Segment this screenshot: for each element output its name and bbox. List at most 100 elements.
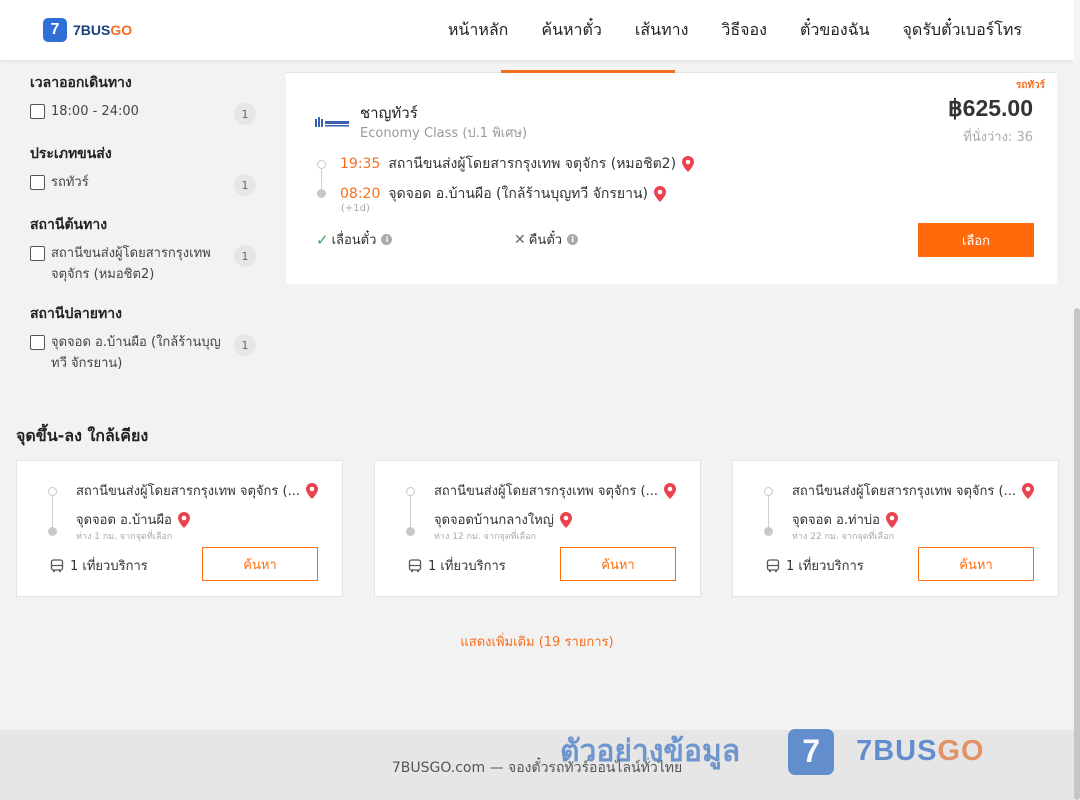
filter-checkbox[interactable]	[30, 335, 45, 350]
arrival-stop: 08:20 จุดจอด อ.บ้านผือ (ใกล้ร้านบุญทวี จ…	[340, 183, 667, 205]
reschedule-label: เลื่อนตั๋ว	[331, 233, 377, 248]
nearby-trip-count-label: 1 เที่ยวบริการ	[428, 559, 506, 574]
filter-title-transport-type: ประเภทขนส่ง	[30, 146, 112, 162]
map-pin-icon[interactable]	[559, 511, 572, 528]
filter-option-departure-time[interactable]: 18:00 - 24:00 1	[30, 103, 260, 125]
nav-home[interactable]: หน้าหลัก	[448, 18, 509, 43]
nearby-card: สถานีขนส่งผู้โดยสารกรุงเทพ จตุจักร (... …	[732, 460, 1059, 597]
nearby-trip-count-label: 1 เที่ยวบริการ	[70, 559, 148, 574]
nearby-trip-count: 1 เที่ยวบริการ	[766, 555, 864, 576]
nearby-origin-label: สถานีขนส่งผู้โดยสารกรุงเทพ จตุจักร (...	[434, 484, 658, 499]
info-icon[interactable]: i	[381, 234, 393, 245]
refund-policy: ✕ คืนตั๋ว i	[514, 229, 579, 250]
nav-routes[interactable]: เส้นทาง	[635, 18, 689, 43]
select-trip-button[interactable]: เลือก	[918, 223, 1034, 257]
nav-ticket-points-phone[interactable]: จุดรับตั๋วเบอร์โทร	[903, 18, 1022, 43]
filter-option-origin[interactable]: สถานีขนส่งผู้โดยสารกรุงเทพ จตุจักร (หมอช…	[30, 245, 260, 285]
scrollbar-thumb[interactable]	[1074, 308, 1080, 800]
nearby-distance: ห่าง 1 กม. จากจุดที่เลือก	[76, 532, 173, 542]
arrival-station: จุดจอด อ.บ้านผือ (ใกล้ร้านบุญทวี จักรยาน…	[388, 186, 649, 202]
timeline-start-dot	[406, 487, 415, 496]
nearby-search-button[interactable]: ค้นหา	[560, 547, 676, 581]
filter-sidebar: เวลาออกเดินทาง 18:00 - 24:00 1 ประเภทขนส…	[30, 60, 260, 374]
map-pin-icon[interactable]	[682, 156, 695, 172]
nearby-distance: ห่าง 12 กม. จากจุดที่เลือก	[434, 532, 536, 542]
bus-icon	[766, 558, 780, 572]
map-pin-icon[interactable]	[177, 511, 190, 528]
nearby-card: สถานีขนส่งผู้โดยสารกรุงเทพ จตุจักร (... …	[374, 460, 701, 597]
logo-text-main: 7BUS	[73, 22, 111, 38]
map-pin-icon[interactable]	[663, 482, 676, 499]
filter-title-destination: สถานีปลายทาง	[30, 306, 122, 322]
filter-count-badge: 1	[234, 174, 256, 196]
nearby-origin-label: สถานีขนส่งผู้โดยสารกรุงเทพ จตุจักร (...	[792, 484, 1016, 499]
watermark-text: ตัวอย่างข้อมูล	[560, 734, 741, 769]
departure-stop: 19:35 สถานีขนส่งผู้โดยสารกรุงเทพ จตุจักร…	[340, 153, 695, 175]
site-logo[interactable]: 7 7BUSGO	[43, 18, 132, 42]
map-pin-icon[interactable]	[654, 186, 667, 202]
filter-title-origin: สถานีต้นทาง	[30, 217, 108, 233]
nearby-trip-count: 1 เที่ยวบริการ	[50, 555, 148, 576]
trip-result-card: รถทัวร์ ชาญทัวร์ Economy Class (ป.1 พิเศ…	[286, 73, 1057, 284]
watermark-logo-badge: 7	[788, 728, 835, 775]
timeline-end-dot	[48, 527, 57, 536]
timeline-line	[52, 496, 53, 528]
watermark-brand-accent: GO	[937, 735, 985, 767]
bus-icon	[408, 558, 422, 572]
nearby-destination: จุดจอด อ.บ้านผือ	[76, 509, 190, 530]
nearby-origin-label: สถานีขนส่งผู้โดยสารกรุงเทพ จตุจักร (...	[76, 484, 300, 499]
sample-data-watermark: ตัวอย่างข้อมูล 7 7BUSGO	[560, 728, 985, 775]
bus-class: Economy Class (ป.1 พิเศษ)	[360, 126, 528, 141]
filter-checkbox[interactable]	[30, 246, 45, 261]
nav-search-tickets[interactable]: ค้นหาตั๋ว	[541, 18, 602, 43]
transport-type-tag: รถทัวร์	[1015, 80, 1045, 91]
filter-option-label: รถทัวร์	[51, 175, 89, 190]
departure-station: สถานีขนส่งผู้โดยสารกรุงเทพ จตุจักร (หมอช…	[388, 156, 677, 172]
nav-my-tickets[interactable]: ตั๋วของฉัน	[800, 18, 870, 43]
map-pin-icon[interactable]	[885, 511, 898, 528]
operator-logo-icon	[314, 113, 350, 129]
plus-day-indicator: (+1d)	[341, 203, 370, 214]
filter-checkbox[interactable]	[30, 104, 45, 119]
nearby-destination: จุดจอด อ.ท่าบ่อ	[792, 509, 898, 530]
watermark-brand: 7BUSGO	[856, 735, 984, 768]
map-pin-icon[interactable]	[1021, 482, 1034, 499]
filter-option-transport-type[interactable]: รถทัวร์ 1	[30, 174, 260, 196]
logo-badge: 7	[43, 18, 67, 42]
nearby-trip-count-label: 1 เที่ยวบริการ	[786, 559, 864, 574]
nearby-trip-count: 1 เที่ยวบริการ	[408, 555, 506, 576]
nearby-search-button[interactable]: ค้นหา	[202, 547, 318, 581]
nearby-origin: สถานีขนส่งผู้โดยสารกรุงเทพ จตุจักร (...	[76, 480, 318, 501]
reschedule-policy: ✓ เลื่อนตั๋ว i	[316, 229, 393, 250]
filter-option-destination[interactable]: จุดจอด อ.บ้านผือ (ใกล้ร้านบุญทวี จักรยาน…	[30, 334, 260, 374]
site-header: 7 7BUSGO หน้าหลัก ค้นหาตั๋ว เส้นทาง วิธี…	[0, 0, 1074, 60]
check-icon: ✓	[316, 230, 329, 249]
filter-option-label: สถานีขนส่งผู้โดยสารกรุงเทพ จตุจักร (หมอช…	[51, 246, 211, 282]
page-scrollbar[interactable]	[1074, 0, 1080, 800]
nearby-destination-label: จุดจอด อ.บ้านผือ	[76, 513, 172, 528]
departure-time: 19:35	[340, 156, 381, 172]
logo-text-accent: GO	[110, 22, 133, 38]
timeline-end-dot	[764, 527, 773, 536]
nearby-search-button[interactable]: ค้นหา	[918, 547, 1034, 581]
nearby-destination-label: จุดจอดบ้านกลางใหญ่	[434, 513, 554, 528]
nearby-origin: สถานีขนส่งผู้โดยสารกรุงเทพ จตุจักร (...	[434, 480, 676, 501]
bus-icon	[50, 558, 64, 572]
nav-how-to-book[interactable]: วิธีจอง	[721, 18, 767, 43]
ticket-price: ฿625.00	[948, 95, 1033, 121]
refund-label: คืนตั๋ว	[528, 233, 563, 248]
seats-available: ที่นั่งว่าง: 36	[963, 130, 1033, 145]
arrival-time: 08:20	[340, 186, 381, 202]
show-more-link[interactable]: แสดงเพิ่มเติม (19 รายการ)	[0, 631, 1074, 652]
timeline-start-dot	[764, 487, 773, 496]
logo-text: 7BUSGO	[73, 22, 132, 38]
timeline-line	[768, 496, 769, 528]
cross-icon: ✕	[514, 231, 526, 248]
nearby-origin: สถานีขนส่งผู้โดยสารกรุงเทพ จตุจักร (...	[792, 480, 1034, 501]
filter-checkbox[interactable]	[30, 175, 45, 190]
map-pin-icon[interactable]	[305, 482, 318, 499]
info-icon[interactable]: i	[567, 234, 579, 245]
watermark-brand-main: 7BUS	[856, 735, 938, 767]
nearby-card: สถานีขนส่งผู้โดยสารกรุงเทพ จตุจักร (... …	[16, 460, 343, 597]
main-nav: หน้าหลัก ค้นหาตั๋ว เส้นทาง วิธีจอง ตั๋วข…	[415, 0, 1022, 60]
